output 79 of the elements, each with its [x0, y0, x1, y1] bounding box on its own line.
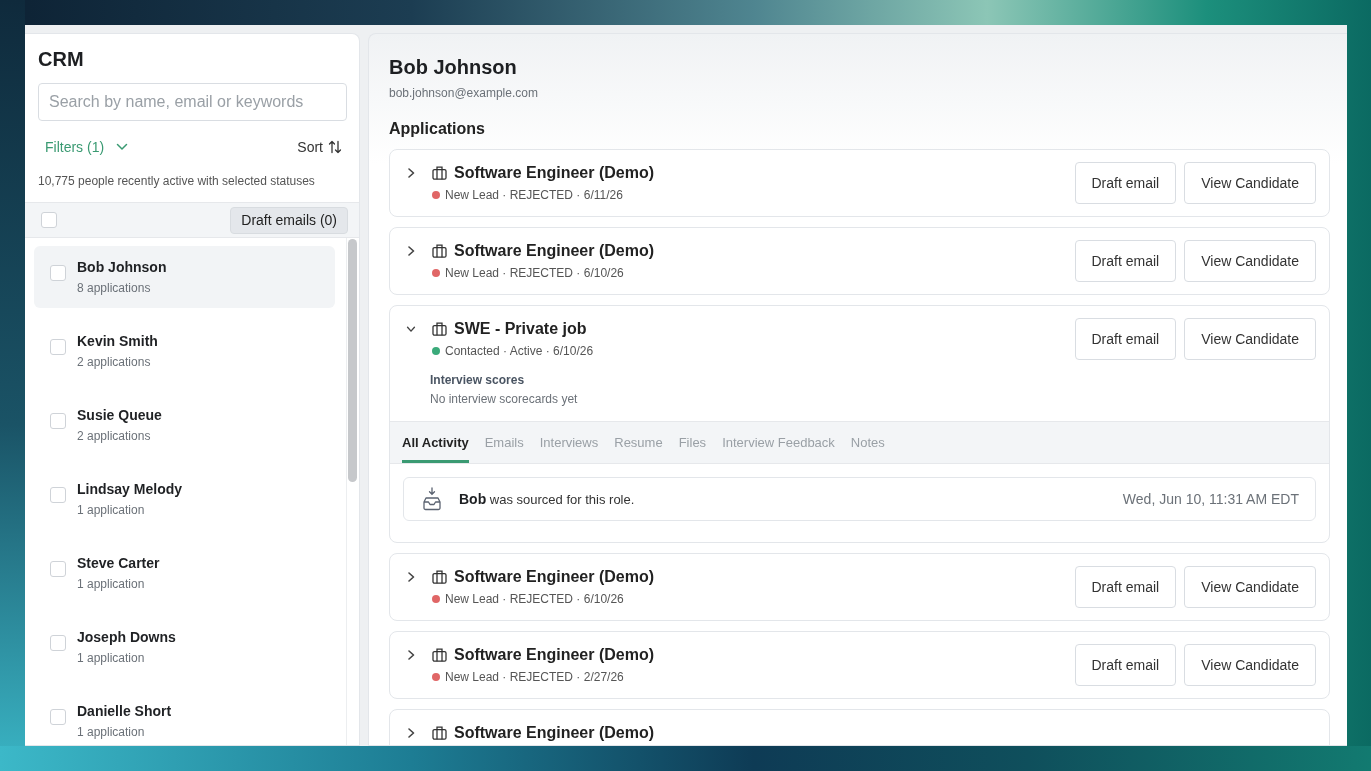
briefcase-icon — [432, 726, 447, 740]
checkbox[interactable] — [50, 487, 66, 503]
job-title: SWE - Private job — [454, 319, 587, 339]
application-status: New Lead · REJECTED · 2/27/26 — [445, 669, 624, 685]
briefcase-icon — [432, 322, 447, 336]
results-summary: 10,775 people recently active with selected statuses — [38, 173, 316, 189]
person-list-item[interactable]: Lindsay Melody 1 application — [34, 468, 335, 530]
sort-button[interactable]: Sort — [297, 139, 347, 155]
chevron-right-icon[interactable] — [405, 166, 417, 180]
app-title: CRM — [38, 47, 85, 71]
inbox-icon — [422, 487, 442, 511]
person-name: Danielle Short — [77, 702, 172, 720]
briefcase-icon — [432, 166, 447, 180]
application-status: New Lead · REJECTED · 6/10/26 — [445, 591, 624, 607]
checkbox[interactable] — [50, 635, 66, 651]
view-candidate-button[interactable]: View Candidate — [1184, 162, 1316, 204]
briefcase-icon — [432, 648, 447, 662]
checkbox[interactable] — [50, 561, 66, 577]
draft-email-button[interactable]: Draft email — [1074, 644, 1177, 686]
person-list-item[interactable]: Steve Carter 1 application — [34, 542, 335, 604]
select-all-checkbox[interactable] — [41, 212, 57, 228]
checkbox[interactable] — [50, 265, 66, 281]
person-name: Steve Carter — [77, 554, 160, 572]
view-candidate-button[interactable]: View Candidate — [1184, 240, 1316, 282]
draft-email-button[interactable]: Draft email — [1074, 162, 1177, 204]
search-field[interactable]: Search by name, email or keywords — [38, 83, 347, 121]
application-status: New Lead · REJECTED · 6/10/26 — [445, 265, 624, 281]
job-title: Software Engineer (Demo) — [454, 645, 655, 665]
candidate-email: bob.johnson@example.com — [389, 85, 539, 101]
scores-heading: Interview scores — [430, 372, 526, 388]
checkbox[interactable] — [50, 413, 66, 429]
application-status: Contacted · Active · 6/10/26 — [445, 343, 594, 359]
briefcase-icon — [432, 570, 447, 584]
job-title: Software Engineer (Demo) — [454, 163, 655, 183]
job-title: Software Engineer (Demo) — [454, 241, 655, 261]
scrollbar-thumb[interactable] — [348, 239, 357, 482]
activity-timestamp: Wed, Jun 10, 11:31 AM EDT — [1122, 491, 1299, 507]
candidate-name: Bob Johnson — [389, 55, 518, 79]
person-list-item[interactable]: Bob Johnson 8 applications — [34, 246, 335, 308]
sort-icon — [328, 140, 342, 154]
draft-email-button[interactable]: Draft email — [1074, 566, 1177, 608]
person-name: Kevin Smith — [77, 332, 158, 350]
application-count: 1 application — [77, 724, 146, 740]
chevron-right-icon[interactable] — [405, 570, 417, 584]
person-name: Susie Queue — [77, 406, 162, 424]
chevron-down-icon — [116, 143, 129, 151]
checkbox[interactable] — [50, 339, 66, 355]
scores-empty-text: No interview scorecards yet — [430, 391, 579, 407]
draft-emails-button[interactable]: Draft emails (0) — [230, 206, 348, 234]
application-status: New Lead · REJECTED · 6/11/26 — [445, 187, 623, 203]
view-candidate-button[interactable]: View Candidate — [1184, 566, 1316, 608]
view-candidate-button[interactable]: View Candidate — [1184, 318, 1316, 360]
chevron-right-icon[interactable] — [405, 244, 417, 258]
application-count: 2 applications — [77, 428, 152, 444]
section-heading: Applications — [389, 119, 486, 139]
draft-email-button[interactable]: Draft email — [1074, 240, 1177, 282]
activity-tab[interactable]: All Activity — [402, 422, 469, 463]
chevron-right-icon[interactable] — [405, 726, 417, 740]
filters-button[interactable]: Filters (1) — [38, 139, 129, 155]
person-name: Lindsay Melody — [77, 480, 183, 498]
person-list-item[interactable]: Kevin Smith 2 applications — [34, 320, 335, 382]
chevron-right-icon[interactable] — [405, 648, 417, 662]
application-count: 8 applications — [77, 280, 152, 296]
briefcase-icon — [432, 244, 447, 258]
job-title: Software Engineer (Demo) — [454, 567, 655, 587]
application-count: 2 applications — [77, 354, 152, 370]
view-candidate-button[interactable]: View Candidate — [1184, 644, 1316, 686]
application-count: 1 application — [77, 502, 146, 518]
person-list-item[interactable]: Joseph Downs 1 application — [34, 616, 335, 678]
draft-email-button[interactable]: Draft email — [1074, 318, 1177, 360]
person-name: Joseph Downs — [77, 628, 176, 646]
person-list-item[interactable]: Susie Queue 2 applications — [34, 394, 335, 456]
application-count: 1 application — [77, 650, 146, 666]
person-name: Bob Johnson — [77, 258, 167, 276]
job-title: Software Engineer (Demo) — [454, 723, 655, 743]
activity-text: Bob was sourced for this role. — [459, 491, 636, 507]
application-count: 1 application — [77, 576, 146, 592]
checkbox[interactable] — [50, 709, 66, 725]
person-list-item[interactable]: Danielle Short 1 application — [34, 690, 335, 745]
